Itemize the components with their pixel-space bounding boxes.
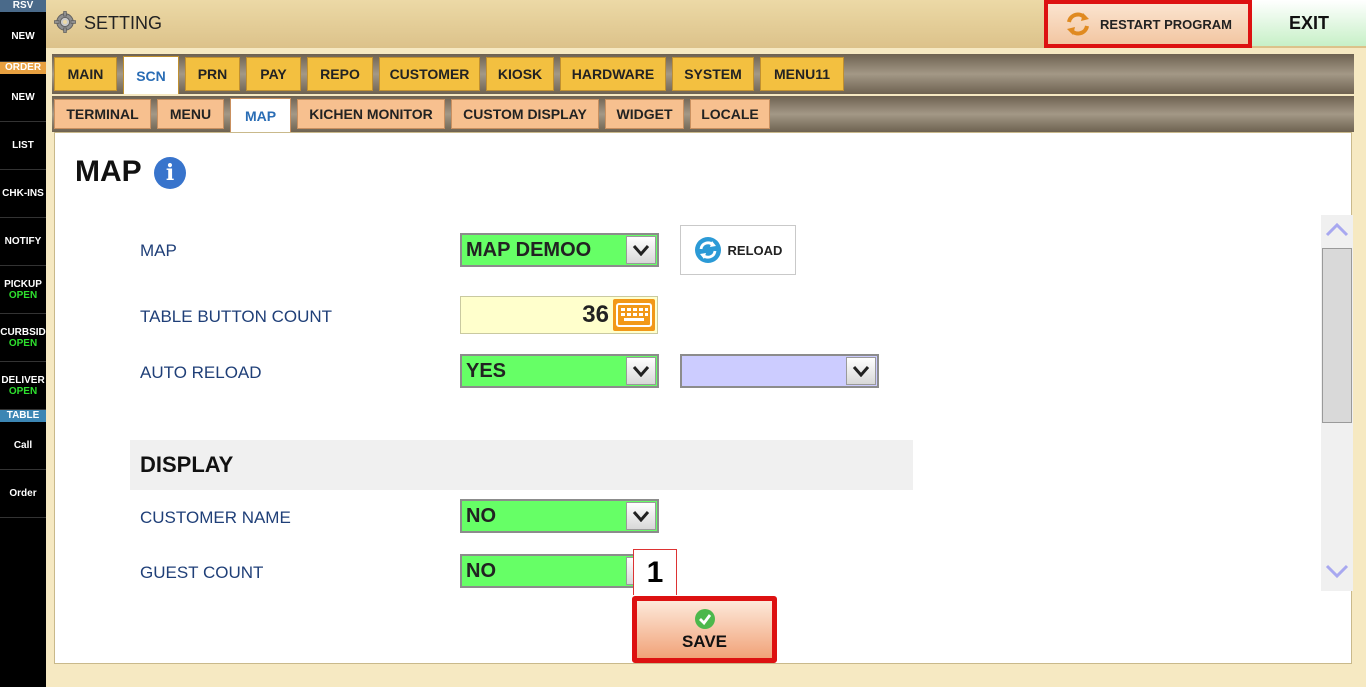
sidebar-item-pickup[interactable]: PICKUP OPEN — [0, 266, 46, 314]
sidebar-item-label: NEW — [11, 31, 35, 42]
chevron-down-icon — [626, 502, 656, 530]
guest-count-select[interactable]: NO — [460, 554, 659, 588]
top-bar: SETTING RESTART PROGRAM EXIT — [46, 0, 1366, 48]
tab-main[interactable]: MAIN — [54, 57, 117, 91]
tab-locale[interactable]: LOCALE — [690, 99, 770, 129]
sidebar-item-label: NEW — [11, 92, 35, 103]
restart-program-label: RESTART PROGRAM — [1100, 16, 1232, 32]
sidebar-item-table-order[interactable]: Order — [0, 470, 46, 518]
auto-reload-interval-select[interactable] — [680, 354, 879, 388]
status-badge: OPEN — [8, 289, 38, 301]
map-label: MAP — [140, 241, 177, 260]
sub-tab-bar: TERMINAL MENU MAP KICHEN MONITOR CUSTOM … — [52, 96, 1354, 132]
tab-menu[interactable]: MENU — [157, 99, 224, 129]
tab-kichen-monitor[interactable]: KICHEN MONITOR — [297, 99, 445, 129]
reload-label: RELOAD — [727, 242, 783, 258]
sidebar-item-label: PICKUP — [4, 278, 42, 290]
table-button-count-input[interactable]: 36 — [460, 296, 658, 334]
auto-reload-select-value: YES — [466, 359, 507, 382]
chevron-down-icon — [626, 357, 656, 385]
tab-pay[interactable]: PAY — [246, 57, 301, 91]
sidebar-item-curbside[interactable]: CURBSID OPEN — [0, 314, 46, 362]
tab-repo[interactable]: REPO — [307, 57, 373, 91]
sidebar-item-label: CHK-INS — [2, 188, 44, 199]
chevron-up-icon — [1325, 222, 1349, 237]
tab-prn[interactable]: PRN — [185, 57, 240, 91]
customer-name-select[interactable]: NO — [460, 499, 659, 533]
sidebar-item-label: DELIVER — [1, 374, 45, 386]
auto-reload-select[interactable]: YES — [460, 354, 659, 388]
checkmark-icon — [694, 608, 715, 629]
info-icon[interactable]: i — [154, 157, 186, 189]
map-select-value: MAP DEMOO — [466, 238, 592, 261]
sidebar-item-call[interactable]: Call — [0, 422, 46, 470]
exit-button[interactable]: EXIT — [1252, 0, 1366, 46]
sidebar-item-label: LIST — [12, 140, 34, 151]
tab-hardware[interactable]: HARDWARE — [560, 57, 666, 91]
auto-reload-label: AUTO RELOAD — [140, 363, 262, 382]
tab-system[interactable]: SYSTEM — [672, 57, 754, 91]
status-badge: OPEN — [8, 385, 38, 397]
tab-kiosk[interactable]: KIOSK — [486, 57, 554, 91]
table-button-count-label: TABLE BUTTON COUNT — [140, 307, 333, 326]
sidebar-item-delivery[interactable]: DELIVER OPEN — [0, 362, 46, 410]
display-section-header: DISPLAY — [130, 440, 913, 490]
customer-name-label: CUSTOMER NAME — [140, 508, 291, 527]
scroll-up-button[interactable] — [1321, 215, 1353, 245]
page-title: SETTING — [84, 13, 163, 33]
sidebar-item-label: CURBSID — [0, 326, 46, 338]
display-section-title: DISPLAY — [140, 452, 234, 477]
refresh-icon — [1067, 12, 1090, 36]
gear-icon — [54, 11, 76, 33]
tab-menu11[interactable]: MENU11 — [760, 57, 844, 91]
map-select[interactable]: MAP DEMOO — [460, 233, 659, 267]
restart-program-button[interactable]: RESTART PROGRAM — [1044, 0, 1252, 48]
keyboard-icon[interactable] — [613, 299, 655, 331]
scrollbar-thumb[interactable] — [1322, 248, 1352, 423]
sidebar-item-list[interactable]: LIST — [0, 122, 46, 170]
chevron-down-icon — [1325, 564, 1349, 579]
sidebar-header-order: ORDER — [0, 62, 46, 74]
sidebar-header-table: TABLE — [0, 410, 46, 422]
sidebar-header-rsv: RSV — [0, 0, 46, 12]
sidebar-item-notify[interactable]: NOTIFY — [0, 218, 46, 266]
refresh-icon — [694, 237, 721, 263]
status-badge: OPEN — [8, 337, 38, 349]
sidebar-item-label: Order — [9, 488, 37, 499]
sidebar-item-order-new[interactable]: NEW — [0, 74, 46, 122]
guest-count-label: GUEST COUNT — [140, 563, 264, 582]
tab-scn[interactable]: SCN — [123, 56, 179, 94]
sidebar-item-rsv-new[interactable]: NEW — [0, 12, 46, 62]
tab-customer[interactable]: CUSTOMER — [379, 57, 480, 91]
sidebar-item-label: Call — [13, 440, 33, 451]
sidebar-item-chk-ins[interactable]: CHK-INS — [0, 170, 46, 218]
chevron-down-icon — [626, 236, 656, 264]
main-tab-bar: MAIN SCN PRN PAY REPO CUSTOMER KIOSK HAR… — [52, 54, 1354, 94]
section-title: MAP — [75, 155, 142, 188]
tab-map[interactable]: MAP — [230, 98, 291, 132]
tab-terminal[interactable]: TERMINAL — [54, 99, 151, 129]
callout-marker-1: 1 — [633, 549, 677, 595]
sidebar-item-label: NOTIFY — [4, 236, 42, 247]
guest-count-select-value: NO — [466, 559, 496, 582]
chevron-down-icon — [846, 357, 876, 385]
left-sidebar: RSV NEW ORDER NEW LIST CHK-INS NOTIFY PI… — [0, 0, 46, 687]
save-label: SAVE — [681, 631, 728, 651]
table-button-count-value: 36 — [582, 301, 609, 328]
customer-name-select-value: NO — [466, 504, 496, 527]
scroll-down-button[interactable] — [1321, 551, 1353, 591]
tab-widget[interactable]: WIDGET — [605, 99, 684, 129]
tab-custom-display[interactable]: CUSTOM DISPLAY — [451, 99, 599, 129]
save-button[interactable]: SAVE — [632, 596, 777, 663]
settings-panel: MAP i MAP MAP DEMOO RELOAD TABLE BUTTON … — [54, 132, 1353, 664]
main-area: MAIN SCN PRN PAY REPO CUSTOMER KIOSK HAR… — [46, 48, 1366, 687]
reload-button[interactable]: RELOAD — [680, 225, 796, 275]
